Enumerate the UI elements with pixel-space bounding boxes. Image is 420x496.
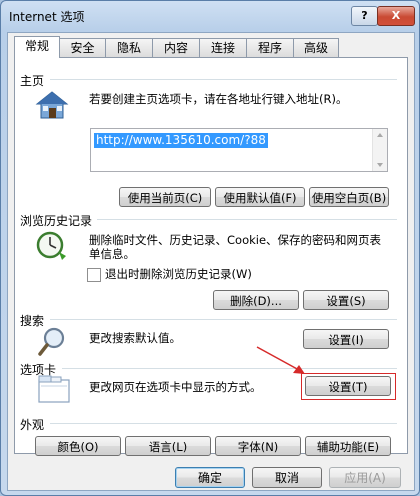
tab-advanced[interactable]: 高级 (293, 38, 339, 57)
close-button[interactable]: X (377, 6, 415, 26)
languages-button[interactable]: 语言(L) (125, 436, 211, 456)
delete-history-button[interactable]: 删除(D)... (213, 290, 299, 310)
history-settings-button[interactable]: 设置(S) (303, 290, 389, 310)
colors-button[interactable]: 颜色(O) (35, 436, 121, 456)
help-button[interactable]: ? (351, 6, 378, 26)
home-icon (35, 90, 69, 123)
tab-general[interactable]: 常规 (14, 36, 60, 58)
apply-button[interactable]: 应用(A) (329, 467, 401, 488)
use-blank-button[interactable]: 使用空白页(B) (309, 187, 389, 207)
tabs-description: 更改网页在选项卡中显示的方式。 (89, 380, 262, 394)
cancel-button[interactable]: 取消 (252, 467, 322, 488)
homepage-url-text: http://www.135610.com/?88 (94, 133, 268, 148)
delete-on-exit-checkbox[interactable] (87, 268, 101, 282)
tab-connections[interactable]: 连接 (199, 38, 247, 57)
homepage-description: 若要创建主页选项卡，请在各地址行键入地址(R)。 (89, 92, 348, 106)
history-description: 删除临时文件、历史记录、Cookie、保存的密码和网页表单信息。 (89, 233, 382, 261)
section-divider (62, 368, 397, 369)
tabs-settings-button[interactable]: 设置(T) (305, 376, 391, 396)
section-divider (50, 319, 397, 320)
annotation-arrow-icon (255, 345, 309, 380)
tab-security[interactable]: 安全 (59, 38, 106, 57)
clock-icon (35, 230, 69, 267)
homepage-section-title: 主页 (20, 74, 45, 88)
fonts-button[interactable]: 字体(N) (215, 436, 301, 456)
dialog-client: 常规 安全 隐私 内容 连接 程序 高级 主页 若要创建主页选项卡，请在各地址行 (7, 32, 415, 491)
use-current-button[interactable]: 使用当前页(C) (119, 187, 211, 207)
address-scrollbar[interactable] (372, 129, 387, 171)
tab-privacy[interactable]: 隐私 (105, 38, 153, 57)
title-bar[interactable]: Internet 选项 ? X (1, 1, 419, 31)
tab-content[interactable]: 内容 (152, 38, 200, 57)
ok-button[interactable]: 确定 (175, 467, 245, 488)
search-settings-button[interactable]: 设置(I) (303, 329, 389, 349)
magnifier-icon (37, 326, 69, 361)
window-title: Internet 选项 (9, 10, 85, 24)
tabbed-window-icon (37, 374, 71, 407)
accessibility-button[interactable]: 辅助功能(E) (305, 436, 391, 456)
general-panel: 主页 若要创建主页选项卡，请在各地址行键入地址(R)。 http://www.1… (14, 57, 408, 456)
use-default-button[interactable]: 使用默认值(F) (215, 187, 305, 207)
appearance-section-title: 外观 (20, 418, 45, 432)
tab-programs[interactable]: 程序 (246, 38, 294, 57)
section-divider (50, 79, 397, 80)
search-description: 更改搜索默认值。 (89, 331, 181, 345)
history-section-title: 浏览历史记录 (20, 214, 93, 228)
section-divider (50, 423, 397, 424)
homepage-address-input[interactable]: http://www.135610.com/?88 (90, 128, 388, 172)
delete-on-exit-label: 退出时删除浏览历史记录(W) (105, 267, 252, 281)
section-divider (97, 219, 397, 220)
dialog-window: Internet 选项 ? X 常规 安全 隐私 内容 连接 程序 高级 主页 (0, 0, 420, 496)
